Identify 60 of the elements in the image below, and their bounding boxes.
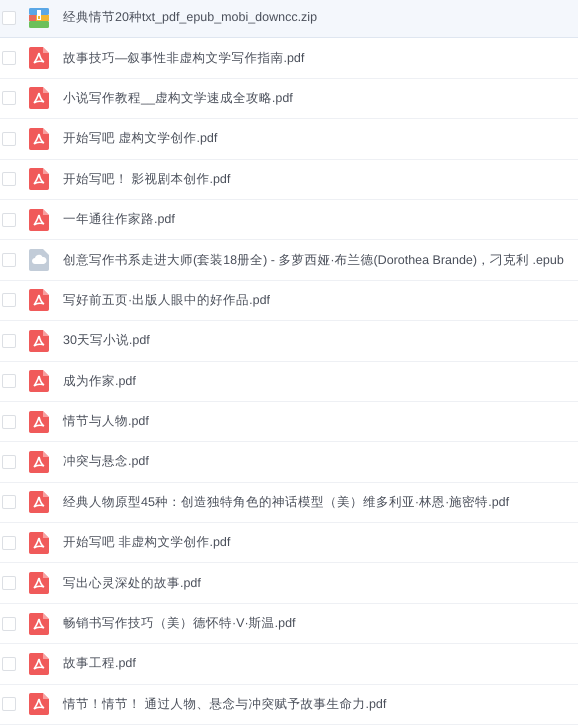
file-name[interactable]: 小说写作教程__虚构文学速成全攻略.pdf <box>63 90 293 107</box>
checkbox[interactable] <box>2 374 16 388</box>
file-name[interactable]: 冲突与悬念.pdf <box>63 453 149 470</box>
pdf-file-icon <box>29 693 49 716</box>
file-name[interactable]: 创意写作书系走进大师(套装18册全) - 多萝西娅·布兰德(Dorothea Brande)，刁克利 .epub <box>63 252 564 269</box>
file-name[interactable]: 故事工程.pdf <box>63 655 136 672</box>
checkbox[interactable] <box>2 536 16 550</box>
file-icon <box>29 249 49 272</box>
checkbox[interactable] <box>2 293 16 308</box>
pdf-file-icon <box>29 370 49 392</box>
file-name[interactable]: 成为作家.pdf <box>63 372 136 390</box>
file-row[interactable]: 写好前五页·出版人眼中的好作品.pdf <box>0 280 578 322</box>
checkbox[interactable] <box>2 51 16 66</box>
checkbox[interactable] <box>2 454 16 469</box>
checkbox[interactable] <box>2 414 16 429</box>
file-row[interactable]: 成为作家.pdf <box>0 362 578 402</box>
pdf-file-icon <box>29 450 49 473</box>
pdf-file-icon <box>29 572 49 594</box>
checkbox[interactable] <box>2 656 16 671</box>
pdf-file-icon <box>29 208 49 231</box>
file-name[interactable]: 故事技巧—叙事性非虚构文学写作指南.pdf <box>63 50 304 67</box>
pdf-file-icon <box>29 128 49 150</box>
pdf-file-icon <box>29 87 49 110</box>
checkbox[interactable] <box>2 10 16 25</box>
checkbox[interactable] <box>2 91 16 106</box>
file-name[interactable]: 情节与人物.pdf <box>63 413 149 430</box>
file-name[interactable]: 开始写吧 非虚构文学创作.pdf <box>63 534 230 552</box>
pdf-file-icon <box>29 532 49 554</box>
checkbox[interactable] <box>2 334 16 348</box>
checkbox[interactable] <box>2 212 16 227</box>
file-row[interactable]: 经典情节20种txt_pdf_epub_mobi_downcc.zip <box>0 0 578 38</box>
file-name[interactable]: 写好前五页·出版人眼中的好作品.pdf <box>63 292 270 309</box>
pdf-file-icon <box>29 612 49 635</box>
file-name[interactable]: 经典情节20种txt_pdf_epub_mobi_downcc.zip <box>63 9 318 26</box>
checkbox[interactable] <box>2 576 16 590</box>
checkbox[interactable] <box>2 616 16 631</box>
checkbox[interactable] <box>2 495 16 510</box>
file-name[interactable]: 情节！情节！ 通过人物、悬念与冲突赋予故事生命力.pdf <box>63 696 386 713</box>
file-name[interactable]: 开始写吧！ 影视剧本创作.pdf <box>63 170 230 188</box>
file-name[interactable]: 畅销书写作技巧（美）德怀特·V·斯温.pdf <box>63 615 296 632</box>
pdf-file-icon <box>29 168 49 190</box>
file-row[interactable]: 开始写吧！ 影视剧本创作.pdf <box>0 160 578 200</box>
file-row[interactable]: 情节！情节！ 通过人物、悬念与冲突赋予故事生命力.pdf <box>0 684 578 725</box>
pdf-file-icon <box>29 652 49 675</box>
checkbox[interactable] <box>2 132 16 146</box>
pdf-file-icon <box>29 289 49 312</box>
file-row[interactable]: 经典人物原型45种：创造独特角色的神话模型（美）维多利亚·林恩·施密特.pdf <box>0 482 578 524</box>
archive-icon <box>29 6 49 29</box>
pdf-file-icon <box>29 330 49 352</box>
file-name[interactable]: 一年通往作家路.pdf <box>63 211 175 228</box>
file-name[interactable]: 30天写小说.pdf <box>63 332 150 350</box>
pdf-file-icon <box>29 410 49 433</box>
file-name[interactable]: 经典人物原型45种：创造独特角色的神话模型（美）维多利亚·林恩·施密特.pdf <box>63 494 510 511</box>
pdf-file-icon <box>29 47 49 70</box>
file-name[interactable]: 写出心灵深处的故事.pdf <box>63 574 201 592</box>
pdf-file-icon <box>29 491 49 514</box>
checkbox[interactable] <box>2 697 16 712</box>
checkbox[interactable] <box>2 253 16 268</box>
checkbox[interactable] <box>2 172 16 186</box>
file-name[interactable]: 开始写吧 虚构文学创作.pdf <box>63 130 218 148</box>
